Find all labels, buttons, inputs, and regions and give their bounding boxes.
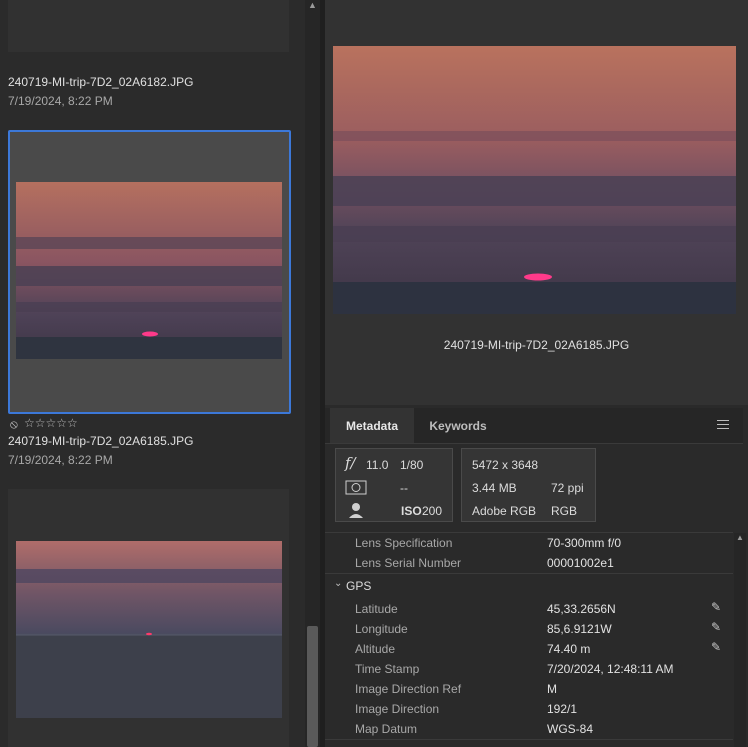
image-dimensions: 5472 x 3648: [472, 458, 539, 472]
meta-value[interactable]: 00001002e1: [547, 556, 614, 570]
scrollbar-thumb[interactable]: [307, 626, 318, 747]
shutter-value: 1/80: [400, 458, 424, 472]
camera-settings-box: f/ 11.0 1/80 -- ISO 200: [335, 448, 453, 522]
thumbnail-date: 7/19/2024, 8:22 PM: [8, 453, 113, 467]
iso-value: 200: [422, 504, 443, 518]
preview-image: [333, 46, 736, 314]
thumbnail-filename: 240719-MI-trip-7D2_02A6182.JPG: [8, 75, 194, 89]
meta-label: Image Direction Ref: [355, 682, 462, 696]
thumbnail-card[interactable]: [8, 489, 289, 747]
filmstrip-scrollbar[interactable]: ▲: [305, 0, 320, 747]
panel-tabs: Metadata Keywords: [325, 408, 743, 444]
reject-icon[interactable]: ⦸: [10, 417, 18, 432]
divider: [325, 532, 733, 533]
meta-value[interactable]: 7/20/2024, 12:48:11 AM: [547, 662, 674, 676]
meta-label: Map Datum: [355, 722, 418, 736]
resolution: 72 ppi: [551, 481, 584, 495]
meta-value[interactable]: 192/1: [547, 702, 577, 716]
thumbnail-card[interactable]: [8, 0, 289, 52]
meta-label: Lens Specification: [355, 536, 453, 550]
scroll-up-icon[interactable]: ▲: [736, 533, 744, 542]
scroll-up-icon[interactable]: ▲: [308, 0, 317, 10]
color-profile: Adobe RGB: [472, 504, 537, 518]
aperture-value: 11.0: [366, 458, 389, 472]
preview-panel: 240719-MI-trip-7D2_02A6185.JPG: [325, 0, 748, 405]
color-mode: RGB: [551, 504, 578, 518]
edit-pencil-icon[interactable]: ✎: [711, 600, 721, 614]
divider: [325, 573, 733, 574]
meta-label: Altitude: [355, 642, 396, 656]
thumbnail-image: [16, 182, 282, 359]
thumbnail-image: [16, 541, 282, 718]
metadata-panel: Metadata Keywords f/ 11.0 1/80 -- ISO 20…: [325, 405, 748, 747]
meta-value[interactable]: 70-300mm f/0: [547, 536, 621, 550]
meta-label: Image Direction: [355, 702, 440, 716]
aperture-icon: f/: [345, 454, 356, 472]
meta-label: Latitude: [355, 602, 398, 616]
hamburger-menu-icon[interactable]: [717, 420, 729, 432]
iso-label: ISO: [401, 504, 422, 518]
edit-pencil-icon[interactable]: ✎: [711, 640, 721, 654]
thumbnail-date: 7/19/2024, 8:22 PM: [8, 94, 113, 108]
tab-metadata[interactable]: Metadata: [330, 408, 414, 443]
gps-section-header[interactable]: GPS: [346, 579, 371, 593]
tab-keywords[interactable]: Keywords: [414, 408, 502, 443]
meta-label: Time Stamp: [355, 662, 420, 676]
file-size: 3.44 MB: [472, 481, 517, 495]
metering-value: --: [400, 481, 408, 495]
filmstrip-panel: 240719-MI-trip-7D2_02A6182.JPG 7/19/2024…: [0, 0, 305, 747]
thumbnail-filename: 240719-MI-trip-7D2_02A6185.JPG: [8, 434, 194, 448]
divider: [325, 739, 733, 740]
meta-value[interactable]: M: [547, 682, 557, 696]
metadata-scrollbar[interactable]: ▲: [734, 533, 746, 747]
file-info-box: 5472 x 3648 3.44 MB 72 ppi Adobe RGB RGB: [461, 448, 596, 522]
edit-pencil-icon[interactable]: ✎: [711, 620, 721, 634]
metering-icon: [345, 480, 367, 495]
meta-label: Lens Serial Number: [355, 556, 462, 570]
meta-value[interactable]: WGS-84: [547, 722, 593, 736]
meta-label: Longitude: [355, 622, 408, 636]
meta-value[interactable]: 74.40 m: [547, 642, 590, 656]
person-icon: [349, 503, 363, 518]
meta-value[interactable]: 85,6.9121W: [547, 622, 612, 636]
thumbnail-card-selected[interactable]: [8, 130, 291, 414]
rating-stars[interactable]: ☆☆☆☆☆: [24, 416, 78, 430]
meta-value[interactable]: 45,33.2656N: [547, 602, 616, 616]
chevron-down-icon[interactable]: ⌄: [334, 578, 342, 589]
preview-filename: 240719-MI-trip-7D2_02A6185.JPG: [443, 338, 630, 352]
